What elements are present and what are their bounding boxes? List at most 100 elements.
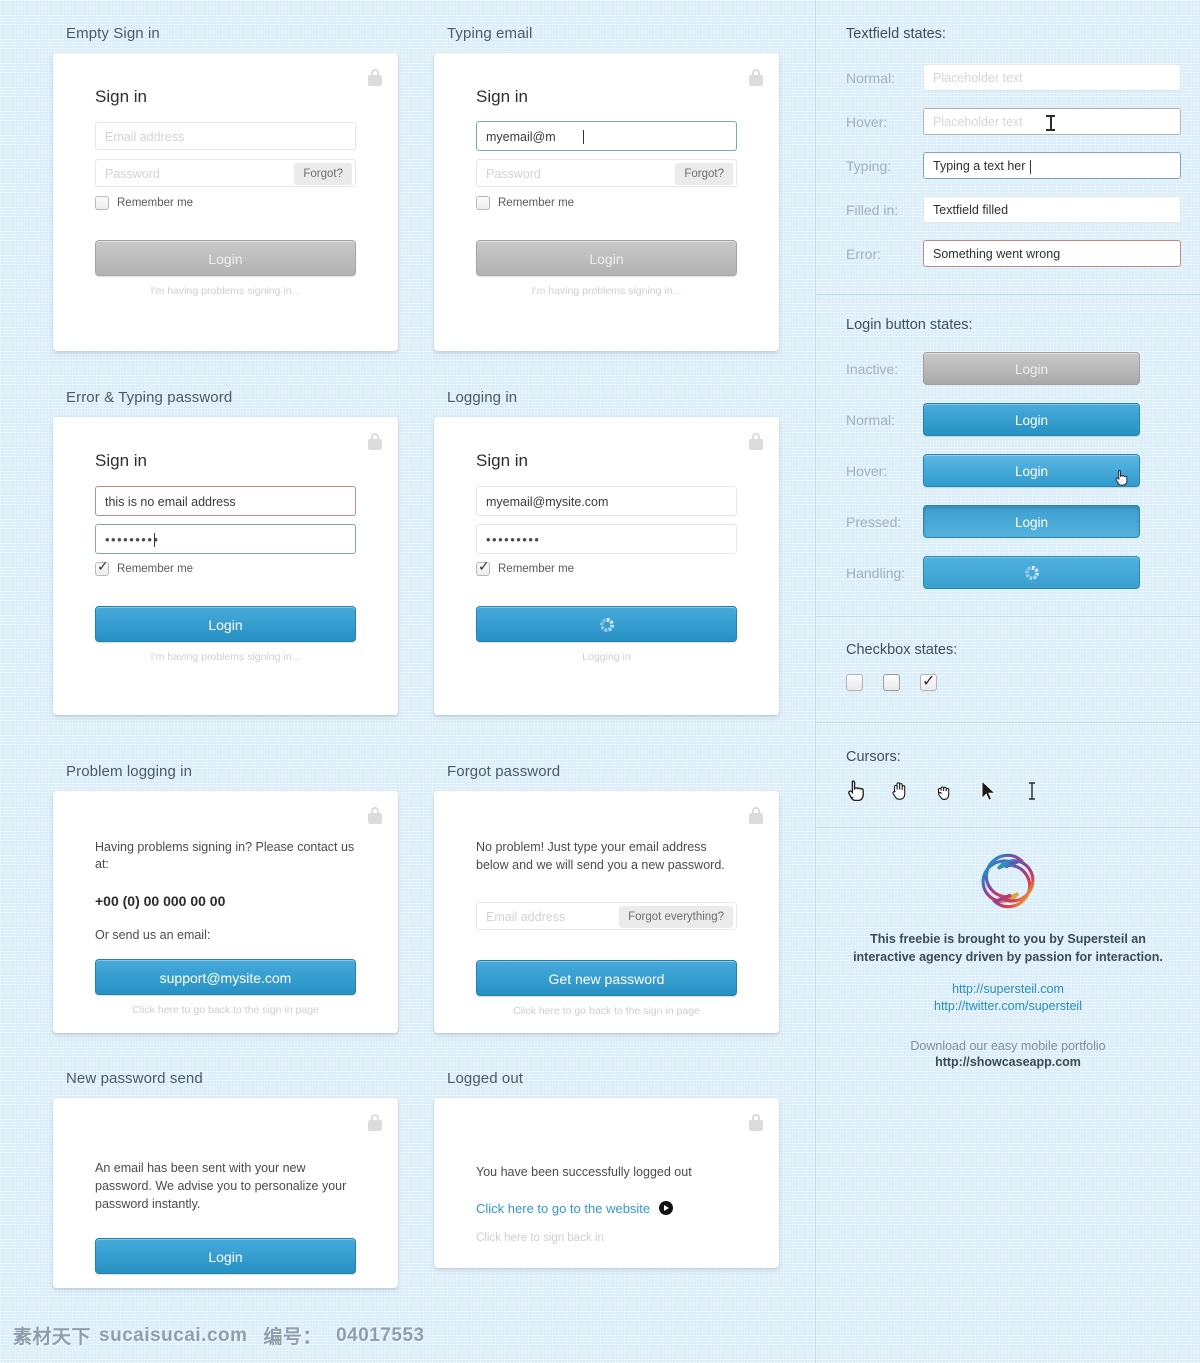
remember-me-checkbox[interactable] (95, 196, 109, 210)
login-button[interactable]: Login (95, 606, 356, 642)
email-field[interactable]: this is no email address (95, 486, 356, 516)
checkbox-row (846, 671, 1200, 691)
email-placeholder: Email address (486, 909, 566, 924)
lock-icon (368, 433, 382, 450)
back-to-signin-link[interactable]: Click here to go back to the sign in pag… (95, 1004, 356, 1038)
textfield-normal[interactable]: Placeholder text (923, 64, 1181, 91)
password-field[interactable]: Password Forgot? (476, 159, 737, 187)
forgot-card: No problem! Just type your email address… (434, 791, 779, 1033)
website-link-label: Click here to go to the website (476, 1200, 651, 1216)
email-field[interactable]: Email address (95, 122, 356, 150)
forgot-password-button[interactable]: Forgot? (675, 163, 733, 185)
email-placeholder: Email address (105, 130, 185, 144)
panel-title: Error & Typing password (66, 389, 233, 406)
checkbox-hover[interactable] (883, 674, 900, 691)
remember-me-row[interactable]: Remember me (476, 196, 737, 210)
sent-card: An email has been sent with your new pas… (53, 1098, 398, 1288)
lock-icon (368, 807, 382, 824)
login-button[interactable]: Login (476, 240, 737, 276)
email-field[interactable]: Email address Forgot everything? (476, 901, 737, 930)
watermark-id-value: 04017553 (336, 1324, 425, 1346)
textfield-filled[interactable]: Textfield filled (923, 196, 1181, 223)
lock-icon (368, 1114, 382, 1131)
login-button[interactable]: Login (95, 1238, 356, 1275)
textfield-typing[interactable]: Typing a text her (923, 152, 1181, 179)
remember-me-row[interactable]: Remember me (95, 559, 356, 576)
lock-icon (368, 69, 382, 86)
login-button[interactable] (476, 606, 737, 642)
textfield-error[interactable]: Something went wrong (923, 240, 1181, 267)
login-button-normal[interactable]: Login (923, 403, 1140, 436)
problem-message: Having problems signing in? Please conta… (95, 840, 355, 871)
problems-signing-in-link[interactable]: I'm having problems signing in... (476, 285, 737, 319)
panel-logging-in: Logging in Sign in myemail@mysite.com ••… (434, 389, 779, 715)
password-value: ••••••••• (105, 532, 160, 547)
email-value: myemail@mysite.com (486, 495, 609, 509)
pointing-hand-click-cursor-icon (1115, 470, 1128, 486)
signin-heading: Sign in (95, 87, 147, 106)
button-state-row-inactive: Inactive: Login (846, 352, 1200, 385)
remember-me-checkbox[interactable] (476, 559, 490, 576)
supersteil-site-link[interactable]: http://supersteil.com (816, 981, 1200, 998)
remember-me-checkbox[interactable] (95, 559, 109, 576)
state-label: Filled in: (846, 201, 899, 218)
website-link-row[interactable]: Click here to go to the website (476, 1201, 737, 1216)
remember-me-row[interactable]: Remember me (476, 559, 737, 576)
textfield-value: Something went wrong (933, 247, 1061, 261)
password-field[interactable]: Password Forgot? (95, 159, 356, 187)
login-button-hover-label: Login (1014, 464, 1049, 479)
checkbox-normal[interactable] (846, 674, 863, 691)
signin-card: Sign in Email address Password Forgot? R… (53, 53, 398, 351)
back-to-signin-link[interactable]: Click here to go back to the sign in pag… (476, 1005, 737, 1039)
panel-title: New password send (66, 1070, 203, 1087)
login-button-inactive[interactable]: Login (923, 352, 1140, 385)
logging-in-status: Logging in (582, 651, 631, 663)
supersteil-twitter-link[interactable]: http://twitter.com/supersteil (816, 998, 1200, 1015)
password-field[interactable]: ••••••••• (95, 524, 356, 554)
support-email-button[interactable]: support@mysite.com (95, 959, 356, 995)
forgot-everything-button[interactable]: Forgot everything? (619, 905, 733, 928)
state-label: Handling: (846, 564, 906, 581)
text-caret (583, 130, 584, 144)
problems-signing-in-link[interactable]: I'm having problems signing in... (95, 285, 356, 319)
remember-me-label: Remember me (498, 197, 575, 209)
textfield-value: Textfield filled (933, 203, 1009, 217)
login-button-handling[interactable] (923, 556, 1140, 589)
password-field[interactable]: ••••••••• (476, 524, 737, 554)
credit-text: This freebie is brought to you by Supers… (853, 932, 1163, 965)
email-value: myemail@m (486, 130, 556, 144)
sign-back-in-link[interactable]: Click here to sign back in (476, 1232, 737, 1244)
textfield-placeholder: Placeholder text (933, 71, 1023, 85)
login-button[interactable]: Login (95, 240, 356, 276)
email-field[interactable]: myemail@mysite.com (476, 486, 737, 516)
panel-title: Forgot password (447, 763, 561, 780)
signin-card: Sign in myemail@mysite.com ••••••••• Rem… (434, 417, 779, 715)
problems-signing-in-link[interactable]: I'm having problems signing in... (95, 651, 356, 685)
checkbox-checked[interactable] (920, 671, 937, 691)
textfield-states-section: Textfield states: Normal: Placeholder te… (816, 0, 1200, 295)
remember-me-row[interactable]: Remember me (95, 196, 356, 210)
login-button-states-title: Login button states: (846, 317, 973, 333)
text-caret (154, 533, 155, 547)
password-placeholder: Password (105, 167, 160, 181)
watermark-site-cn: 素材天下 (13, 1326, 92, 1348)
pointing-hand-click-cursor-icon (848, 780, 864, 802)
email-prompt: Or send us an email: (95, 928, 211, 942)
login-button-pressed[interactable]: Login (923, 505, 1140, 538)
textfield-state-row-error: Error: Something went wrong (846, 240, 1200, 267)
states-sidebar: Textfield states: Normal: Placeholder te… (815, 0, 1200, 1363)
download-label: Download our easy mobile portfolio (910, 1039, 1106, 1053)
remember-me-checkbox[interactable] (476, 196, 490, 210)
showcaseapp-link[interactable]: http://showcaseapp.com (816, 1055, 1200, 1069)
textfield-value: Typing a text her (933, 159, 1026, 173)
textfield-hover[interactable]: Placeholder text (923, 108, 1181, 135)
login-button-hover[interactable]: Login (923, 454, 1140, 487)
state-label: Hover: (846, 462, 888, 479)
state-label: Inactive: (846, 360, 899, 377)
state-label: Normal: (846, 69, 896, 86)
panel-title: Empty Sign in (66, 25, 160, 42)
forgot-password-button[interactable]: Forgot? (294, 163, 352, 185)
get-new-password-button[interactable]: Get new password (476, 959, 737, 996)
remember-me-label: Remember me (498, 563, 575, 575)
email-field[interactable]: myemail@m (476, 121, 737, 151)
